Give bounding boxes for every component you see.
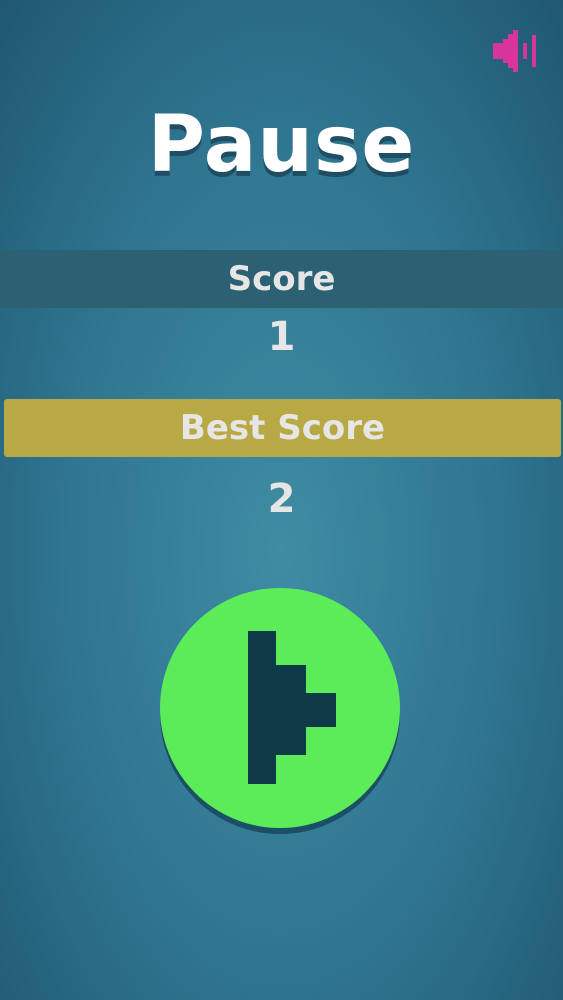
score-label: Score [227,259,336,299]
score-label-band: Score [0,250,563,308]
page-title: Pause [147,100,416,190]
sound-toggle-button[interactable] [491,30,541,72]
play-icon [248,631,336,784]
best-score-label: Best Score [179,408,386,448]
best-score-label-band: Best Score [4,399,561,457]
speaker-icon [493,30,536,72]
resume-play-button[interactable] [160,588,400,828]
score-value: 1 [267,314,296,360]
best-score-value: 2 [267,476,296,522]
